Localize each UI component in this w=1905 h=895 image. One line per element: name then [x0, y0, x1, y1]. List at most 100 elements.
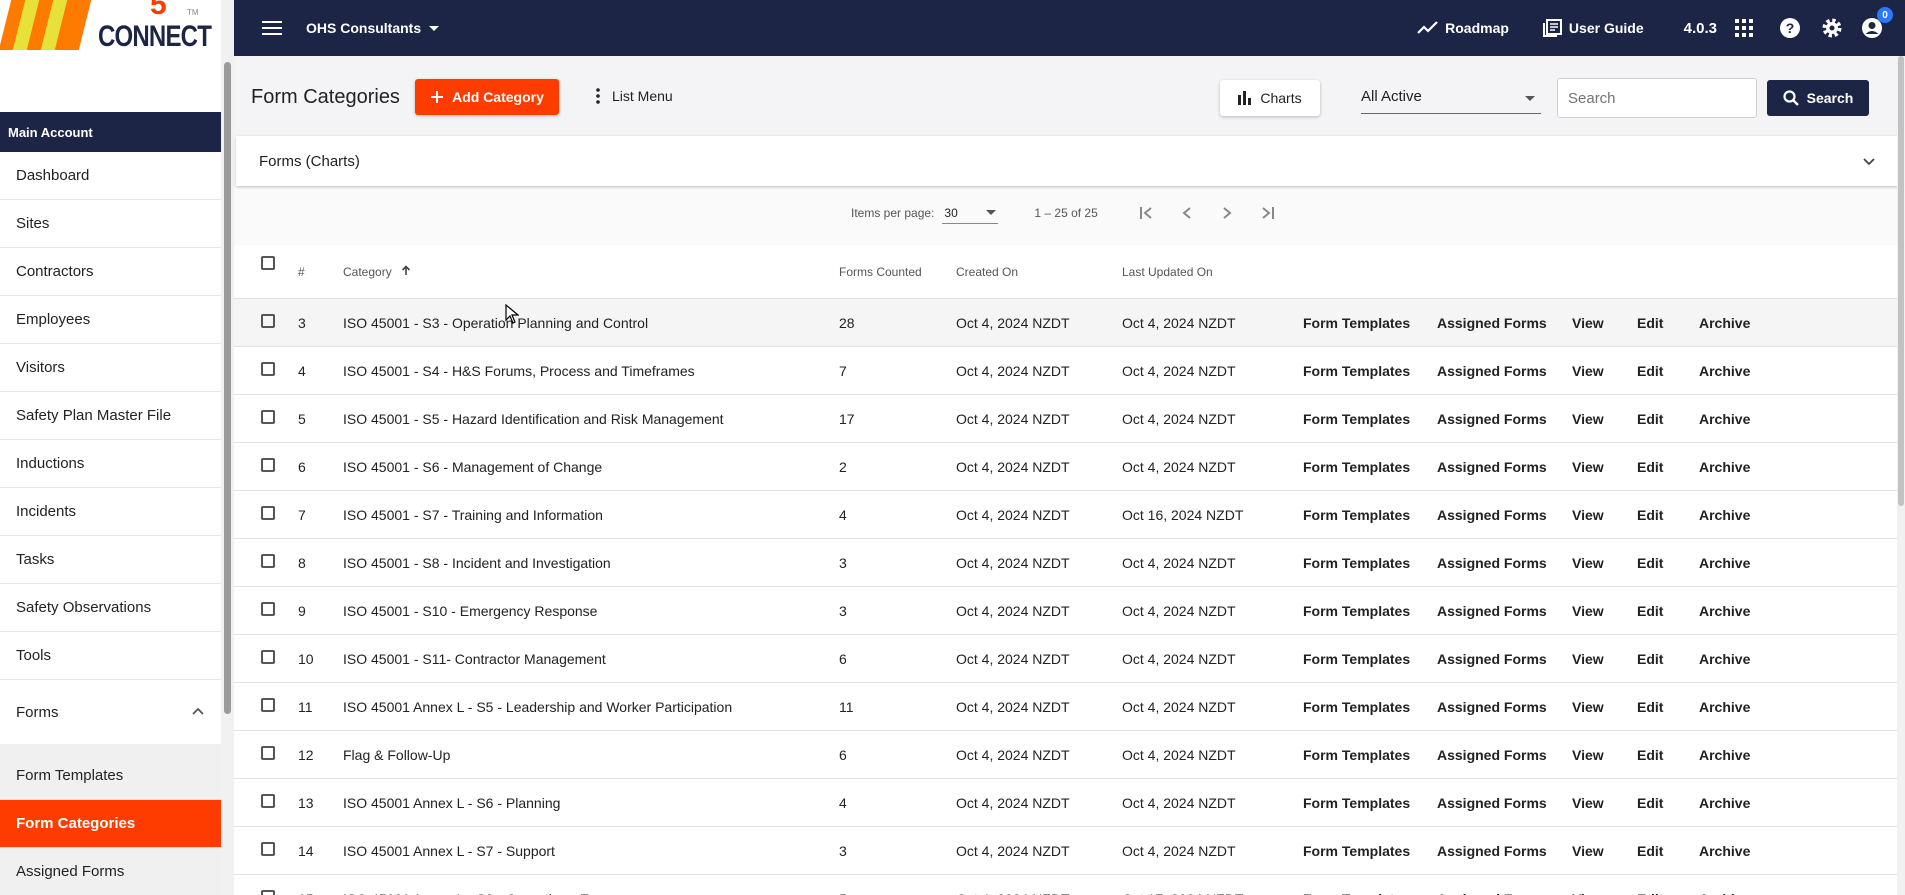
forms-charts-panel[interactable]: Forms (Charts): [236, 136, 1898, 186]
form-templates-link[interactable]: Form Templates: [1303, 507, 1410, 523]
archive-link[interactable]: Archive: [1699, 651, 1750, 667]
items-per-page-select[interactable]: 30: [942, 202, 999, 224]
apps-grid-icon[interactable]: [1731, 15, 1757, 41]
table-row[interactable]: 5 ISO 45001 - S5 - Hazard Identification …: [234, 395, 1905, 443]
sidebar-item-safety-plan[interactable]: Safety Plan Master File: [0, 392, 221, 440]
view-link[interactable]: View: [1572, 459, 1604, 475]
assigned-forms-link[interactable]: Assigned Forms: [1437, 411, 1547, 427]
prev-page-icon[interactable]: [1178, 204, 1196, 222]
status-filter-select[interactable]: All Active: [1361, 82, 1541, 114]
table-row[interactable]: 7 ISO 45001 - S7 - Training and Informati…: [234, 491, 1905, 539]
row-checkbox[interactable]: [261, 698, 275, 712]
org-selector[interactable]: OHS Consultants: [306, 20, 440, 36]
sidebar-item-contractors[interactable]: Contractors: [0, 248, 221, 296]
header-num[interactable]: #: [298, 265, 305, 279]
form-templates-link[interactable]: Form Templates: [1303, 459, 1410, 475]
edit-link[interactable]: Edit: [1637, 315, 1663, 331]
add-category-button[interactable]: Add Category: [415, 79, 559, 115]
archive-link[interactable]: Archive: [1699, 603, 1750, 619]
assigned-forms-link[interactable]: Assigned Forms: [1437, 795, 1547, 811]
gear-icon[interactable]: [1819, 15, 1845, 41]
page-scrollbar-thumb[interactable]: [1898, 56, 1904, 506]
archive-link[interactable]: Archive: [1699, 363, 1750, 379]
view-link[interactable]: View: [1572, 651, 1604, 667]
archive-link[interactable]: Archive: [1699, 747, 1750, 763]
form-templates-link[interactable]: Form Templates: [1303, 315, 1410, 331]
edit-link[interactable]: Edit: [1637, 363, 1663, 379]
view-link[interactable]: View: [1572, 843, 1604, 859]
view-link[interactable]: View: [1572, 363, 1604, 379]
sidebar-item-tools[interactable]: Tools: [0, 632, 221, 680]
sidebar-item-inductions[interactable]: Inductions: [0, 440, 221, 488]
sidebar-item-form-templates[interactable]: Form Templates: [0, 752, 221, 800]
view-link[interactable]: View: [1572, 315, 1604, 331]
charts-button[interactable]: Charts: [1220, 80, 1320, 116]
edit-link[interactable]: Edit: [1637, 795, 1663, 811]
form-templates-link[interactable]: Form Templates: [1303, 747, 1410, 763]
sidebar-scrollbar[interactable]: [221, 0, 234, 895]
assigned-forms-link[interactable]: Assigned Forms: [1437, 891, 1547, 895]
view-link[interactable]: View: [1572, 411, 1604, 427]
edit-link[interactable]: Edit: [1637, 411, 1663, 427]
search-input[interactable]: [1557, 78, 1757, 118]
view-link[interactable]: View: [1572, 603, 1604, 619]
menu-icon[interactable]: [262, 21, 282, 35]
form-templates-link[interactable]: Form Templates: [1303, 555, 1410, 571]
sidebar-item-sites[interactable]: Sites: [0, 200, 221, 248]
row-checkbox[interactable]: [261, 890, 275, 895]
view-link[interactable]: View: [1572, 555, 1604, 571]
archive-link[interactable]: Archive: [1699, 459, 1750, 475]
view-link[interactable]: View: [1572, 747, 1604, 763]
edit-link[interactable]: Edit: [1637, 699, 1663, 715]
page-scrollbar[interactable]: [1897, 56, 1905, 895]
row-checkbox[interactable]: [261, 842, 275, 856]
header-last-updated-on[interactable]: Last Updated On: [1122, 265, 1213, 279]
view-link[interactable]: View: [1572, 699, 1604, 715]
table-row[interactable]: 3 ISO 45001 - S3 - Operation Planning and…: [234, 299, 1905, 347]
assigned-forms-link[interactable]: Assigned Forms: [1437, 651, 1547, 667]
edit-link[interactable]: Edit: [1637, 603, 1663, 619]
archive-link[interactable]: Archive: [1699, 891, 1750, 895]
row-checkbox[interactable]: [261, 410, 275, 424]
next-page-icon[interactable]: [1218, 204, 1236, 222]
edit-link[interactable]: Edit: [1637, 843, 1663, 859]
table-row[interactable]: 15 ISO 45001 Annex L - S8 - Operation - E…: [234, 875, 1905, 895]
sidebar-item-visitors[interactable]: Visitors: [0, 344, 221, 392]
table-row[interactable]: 11 ISO 45001 Annex L - S5 - Leadership an…: [234, 683, 1905, 731]
form-templates-link[interactable]: Form Templates: [1303, 891, 1410, 895]
table-row[interactable]: 14 ISO 45001 Annex L - S7 - Support 3 Oct 4…: [234, 827, 1905, 875]
archive-link[interactable]: Archive: [1699, 411, 1750, 427]
account-icon[interactable]: 0: [1859, 7, 1893, 41]
assigned-forms-link[interactable]: Assigned Forms: [1437, 843, 1547, 859]
assigned-forms-link[interactable]: Assigned Forms: [1437, 603, 1547, 619]
assigned-forms-link[interactable]: Assigned Forms: [1437, 507, 1547, 523]
edit-link[interactable]: Edit: [1637, 555, 1663, 571]
archive-link[interactable]: Archive: [1699, 555, 1750, 571]
edit-link[interactable]: Edit: [1637, 651, 1663, 667]
view-link[interactable]: View: [1572, 795, 1604, 811]
row-checkbox[interactable]: [261, 362, 275, 376]
table-row[interactable]: 13 ISO 45001 Annex L - S6 - Planning 4 Oct …: [234, 779, 1905, 827]
sidebar-item-forms[interactable]: Forms: [0, 680, 221, 744]
edit-link[interactable]: Edit: [1637, 747, 1663, 763]
row-checkbox[interactable]: [261, 314, 275, 328]
form-templates-link[interactable]: Form Templates: [1303, 603, 1410, 619]
sidebar-item-tasks[interactable]: Tasks: [0, 536, 221, 584]
row-checkbox[interactable]: [261, 794, 275, 808]
assigned-forms-link[interactable]: Assigned Forms: [1437, 747, 1547, 763]
archive-link[interactable]: Archive: [1699, 507, 1750, 523]
archive-link[interactable]: Archive: [1699, 699, 1750, 715]
form-templates-link[interactable]: Form Templates: [1303, 363, 1410, 379]
archive-link[interactable]: Archive: [1699, 315, 1750, 331]
sidebar-item-employees[interactable]: Employees: [0, 296, 221, 344]
header-forms-counted[interactable]: Forms Counted: [839, 265, 922, 279]
table-row[interactable]: 10 ISO 45001 - S11- Contractor Management…: [234, 635, 1905, 683]
user-guide-link[interactable]: User Guide: [1542, 19, 1644, 37]
sidebar-item-assigned-forms[interactable]: Assigned Forms: [0, 848, 221, 895]
last-page-icon[interactable]: [1258, 204, 1276, 222]
assigned-forms-link[interactable]: Assigned Forms: [1437, 315, 1547, 331]
assigned-forms-link[interactable]: Assigned Forms: [1437, 459, 1547, 475]
form-templates-link[interactable]: Form Templates: [1303, 795, 1410, 811]
row-checkbox[interactable]: [261, 506, 275, 520]
first-page-icon[interactable]: [1138, 204, 1156, 222]
